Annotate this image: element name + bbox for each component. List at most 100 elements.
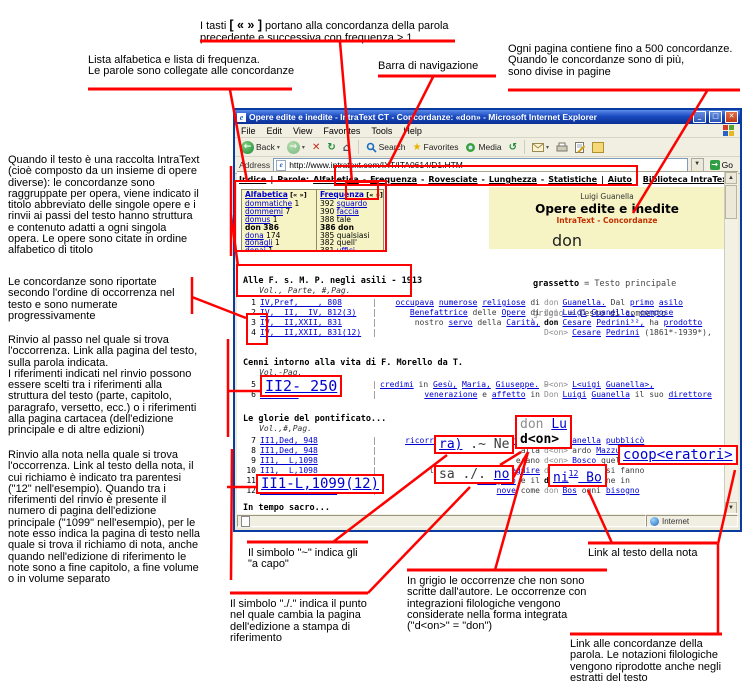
menu-help[interactable]: Help bbox=[403, 126, 422, 136]
concordance-word-link[interactable]: Luigi bbox=[562, 308, 586, 317]
concordance-word-link[interactable]: Pedrini³², bbox=[596, 318, 644, 327]
toolbar-button-stop[interactable]: ✕ bbox=[310, 142, 322, 153]
go-button[interactable]: Go bbox=[707, 160, 736, 170]
concordance-word-link[interactable]: primo bbox=[630, 298, 654, 307]
callout-link-text[interactable]: ni bbox=[553, 470, 569, 485]
concordance-word-link[interactable]: Guanella bbox=[591, 390, 630, 399]
callout-note-link[interactable]: ni12 Bo bbox=[548, 464, 607, 487]
row-number: 11 bbox=[243, 476, 256, 486]
concordance-word-link[interactable]: L<uigi bbox=[572, 380, 601, 389]
concordance-word-link[interactable]: asilo bbox=[659, 298, 683, 307]
concordance-word-link[interactable]: pubblicò bbox=[606, 436, 645, 445]
callout-note-reference[interactable]: II1-L,1099(12) bbox=[256, 474, 384, 494]
toolbar-button-print[interactable] bbox=[554, 142, 570, 152]
word-list-header-link[interactable]: Alfabetica bbox=[245, 190, 288, 199]
concordance-word-link[interactable]: affetto bbox=[492, 390, 526, 399]
toolbar-button-mail[interactable]: ▾ bbox=[530, 143, 551, 152]
prev-next-keys[interactable]: [« »] bbox=[364, 191, 383, 199]
toolbar-button-back[interactable]: ←Back▾ bbox=[239, 141, 282, 154]
nav-link-alfabetica[interactable]: Alfabetica bbox=[313, 175, 359, 184]
concordance-word-link[interactable]: Luigi bbox=[562, 390, 586, 399]
address-dropdown-icon[interactable] bbox=[691, 158, 704, 172]
word-list-header-link[interactable]: Frequenza bbox=[320, 190, 364, 199]
word-link[interactable]: uffici bbox=[337, 246, 355, 251]
concordance-word-link[interactable]: venerazione bbox=[424, 390, 477, 399]
callout-link-text[interactable]: II2- 250 bbox=[265, 377, 337, 395]
word-list-item: donai 1 bbox=[245, 247, 313, 251]
menu-tools[interactable]: Tools bbox=[371, 126, 392, 136]
concordance-word-link[interactable]: servo bbox=[448, 318, 472, 327]
address-label: Address bbox=[239, 160, 270, 170]
concordance-word-link[interactable]: Benefattrice bbox=[410, 308, 468, 317]
concordance-word-link[interactable]: Guanella. bbox=[562, 298, 605, 307]
callout-link-text[interactable]: coop<eratori> bbox=[623, 447, 733, 463]
callout-link-text[interactable]: Lu bbox=[551, 417, 567, 432]
nav-link-indice[interactable]: Indice bbox=[239, 175, 266, 184]
concordance-word-link[interactable]: compose bbox=[640, 308, 674, 317]
nav-link-statistiche[interactable]: Statistiche bbox=[548, 175, 597, 184]
concordance-word-link[interactable]: Giuseppe. bbox=[496, 380, 539, 389]
nav-link-rovesciate[interactable]: Rovesciate bbox=[428, 175, 477, 184]
concordance-word-link[interactable]: bisogno bbox=[606, 486, 640, 495]
concordance-word-link[interactable]: Maria, bbox=[462, 380, 491, 389]
row-keyword: don bbox=[544, 486, 558, 496]
row-number: 10 bbox=[243, 466, 256, 476]
nav-link-lunghezza[interactable]: Lunghezza bbox=[489, 175, 537, 184]
toolbar-button-search[interactable]: Search bbox=[364, 142, 408, 153]
row-reference-link[interactable]: IV, II,XXII, 831(12) bbox=[260, 328, 372, 338]
concordance-word-link[interactable]: Opere bbox=[501, 308, 525, 317]
callout-link-text[interactable]: II1-L,1099(12) bbox=[261, 476, 379, 492]
prev-next-keys[interactable]: [« »] bbox=[288, 191, 307, 199]
concordance-word-link[interactable]: numerose bbox=[439, 298, 478, 307]
concordance-word-link[interactable]: nove bbox=[497, 486, 516, 495]
menu-view[interactable]: View bbox=[293, 126, 312, 136]
close-button[interactable] bbox=[725, 111, 738, 123]
toolbar-button-discuss[interactable] bbox=[590, 142, 606, 153]
window-titlebar[interactable]: Opere edite e inedite - IntraText CT - C… bbox=[235, 110, 740, 124]
menu-edit[interactable]: Edit bbox=[267, 126, 283, 136]
minimize-button[interactable] bbox=[693, 111, 706, 123]
row-reference-link[interactable]: II1, L,1098 bbox=[260, 456, 372, 466]
toolbar-button-favorites[interactable]: ★Favorites bbox=[411, 142, 461, 153]
row-reference-link[interactable]: II1,Ded, 948 bbox=[260, 436, 372, 446]
nav-link-biblioteca-intratext[interactable]: Biblioteca IntraText bbox=[643, 175, 731, 184]
concordance-word-link[interactable]: Carità, bbox=[506, 318, 540, 327]
concordance-word-link[interactable]: prodotto bbox=[664, 318, 703, 327]
callout-link-text[interactable]: 12 bbox=[569, 469, 579, 478]
scroll-up-icon[interactable] bbox=[725, 172, 737, 184]
toolbar-button-forward[interactable]: →▾ bbox=[285, 141, 307, 154]
concordance-word-link[interactable]: Cesare bbox=[572, 328, 601, 337]
concordance-word-link[interactable]: credimi bbox=[380, 380, 414, 389]
nav-link-frequenza[interactable]: Frequenza bbox=[370, 175, 417, 184]
concordance-word-link[interactable]: occupava bbox=[395, 298, 434, 307]
address-input[interactable]: http://www.intratext.com/IXT/ITA0614/D1.… bbox=[273, 158, 687, 172]
toolbar-button-home[interactable]: ⌂ bbox=[341, 142, 353, 153]
concordance-word-link[interactable]: Cesare bbox=[562, 318, 591, 327]
maximize-button[interactable] bbox=[709, 111, 722, 123]
concordance-word-link[interactable]: Pedrini bbox=[606, 328, 640, 337]
concordance-word-link[interactable]: Guanella, bbox=[591, 308, 634, 317]
callout-link-text[interactable]: no bbox=[494, 467, 510, 482]
concordance-word-link[interactable]: Guanella>, bbox=[606, 380, 654, 389]
toolbar-button-refresh[interactable]: ↻ bbox=[325, 142, 337, 153]
menu-favorites[interactable]: Favorites bbox=[323, 126, 360, 136]
callout-page-reference[interactable]: II2- 250 bbox=[260, 375, 342, 397]
nav-link-aiuto[interactable]: Aiuto bbox=[608, 175, 632, 184]
callout-link-text[interactable]: Bo bbox=[578, 470, 601, 485]
scrollbar-thumb[interactable] bbox=[725, 185, 737, 219]
concordance-word-link[interactable]: Gesù, bbox=[433, 380, 457, 389]
row-reference-link[interactable]: IV,Pref, , 808 bbox=[260, 298, 372, 308]
word-link[interactable]: donai bbox=[245, 246, 266, 251]
callout-link-text[interactable]: ra) bbox=[439, 437, 462, 452]
row-reference-link[interactable]: IV, II, IV, 812(3) bbox=[260, 308, 372, 318]
concordance-word-link[interactable]: direttore bbox=[668, 390, 711, 399]
row-reference-link[interactable]: II1,Ded, 948 bbox=[260, 446, 372, 456]
row-reference-link[interactable]: IV, II,XXII, 831 bbox=[260, 318, 372, 328]
concordance-word-link[interactable]: Bos bbox=[562, 486, 576, 495]
toolbar-button-history[interactable]: ↺ bbox=[507, 142, 519, 153]
callout-word-link[interactable]: coop<eratori> bbox=[618, 445, 738, 465]
toolbar-button-media[interactable]: Media bbox=[463, 142, 503, 153]
menu-file[interactable]: File bbox=[241, 126, 256, 136]
toolbar-button-edit[interactable] bbox=[573, 142, 587, 153]
concordance-word-link[interactable]: religiose bbox=[482, 298, 525, 307]
